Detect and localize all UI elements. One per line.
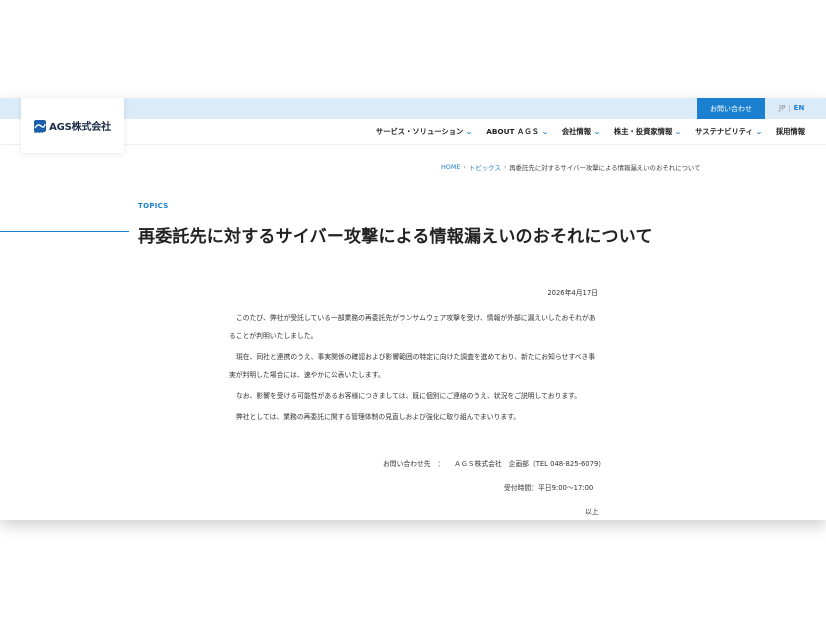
- article-body: このたび、弊社が受託している一部業務の再委託先がランサムウェア攻撃を受け、情報が…: [229, 309, 601, 429]
- nav-item-label: 会社情報: [561, 127, 592, 136]
- nav-item-recruit[interactable]: 採用情報: [776, 127, 805, 137]
- business-hours: 受付時間：平日9:00～17:00: [504, 484, 594, 492]
- chevron-down-icon: ⌄: [755, 128, 763, 136]
- article-paragraph: 現在、同社と連携のうえ、事実関係の確認および影響範囲の特定に向けた調査を進めてお…: [229, 353, 596, 379]
- nav-item-ir[interactable]: 株主・投資家情報 ⌄: [613, 127, 683, 137]
- chevron-down-icon: ⌄: [465, 128, 474, 136]
- chevron-down-icon: ⌄: [593, 128, 601, 136]
- breadcrumb-separator: ›: [503, 163, 507, 171]
- lang-en-link[interactable]: EN: [794, 104, 805, 112]
- chevron-down-icon: ⌄: [674, 128, 683, 136]
- main-nav: サービス・ソリューション ⌄ ABOUT ＡＧＳ ⌄ 会社情報 ⌄ 株主・投資家情報 ⌄…: [376, 127, 805, 137]
- contact-info: お問い合わせ先 ： ＡＧＳ株式会社 企画部（TEL 048-825-6079）: [383, 458, 615, 468]
- breadcrumb: HOME › トピックス › 再委託先に対するサイバー攻撃による情報漏えいのおそ…: [441, 163, 701, 172]
- lang-jp-link[interactable]: JP: [779, 104, 785, 112]
- contact-value: ＡＧＳ株式会社 企画部（TEL 048-825-6079）: [454, 460, 606, 468]
- logo-text: AGS株式会社: [49, 122, 111, 133]
- nav-item-company[interactable]: 会社情報 ⌄: [561, 127, 601, 137]
- article-paragraph: 弊社としては、業務の再委託に関する管理体制の見直しおよび強化に取り組んでまいりま…: [236, 413, 521, 421]
- contact-label: お問い合わせ先 ：: [383, 460, 445, 468]
- article-paragraph: なお、影響を受ける可能性があるお客様につきましては、既に個別にご連絡のうえ、状況…: [236, 392, 582, 400]
- nav-item-label: サステナビリティ: [695, 127, 753, 136]
- closing-text: 以上: [585, 508, 599, 516]
- title-accent-line: [0, 231, 129, 232]
- section-label: TOPICS: [138, 202, 169, 210]
- nav-item-label: ABOUT ＡＧＳ: [486, 127, 539, 136]
- article-date: 2026年4月17日: [547, 289, 598, 297]
- breadcrumb-home[interactable]: HOME: [441, 163, 460, 172]
- breadcrumb-current: 再委託先に対するサイバー攻撃による情報漏えいのおそれについて: [509, 164, 701, 172]
- ags-logo-icon: AGS: [34, 117, 47, 135]
- browser-viewport: お問い合わせ JP | EN AGS AGS株式会社 サービス・ソリューション ⌄…: [0, 98, 826, 520]
- breadcrumb-topics[interactable]: トピックス: [469, 163, 501, 172]
- language-switcher: JP | EN: [779, 104, 804, 112]
- nav-item-label: 株主・投資家情報: [613, 127, 673, 136]
- contact-button[interactable]: お問い合わせ: [697, 98, 765, 119]
- nav-item-sustainability[interactable]: サステナビリティ ⌄: [695, 127, 763, 137]
- lang-separator: |: [788, 104, 791, 112]
- chevron-down-icon: ⌄: [541, 128, 549, 136]
- nav-item-services[interactable]: サービス・ソリューション ⌄: [375, 127, 474, 137]
- logo: AGS AGS株式会社: [34, 117, 111, 135]
- logo-link[interactable]: AGS AGS株式会社: [21, 98, 124, 153]
- nav-item-label: 採用情報: [775, 127, 805, 136]
- page-title: 再委託先に対するサイバー攻撃による情報漏えいのおそれについて: [138, 227, 653, 247]
- logo-sub-text: AGS: [34, 128, 44, 134]
- nav-item-about[interactable]: ABOUT ＡＧＳ ⌄: [486, 127, 549, 137]
- breadcrumb-separator: ›: [463, 163, 466, 171]
- article-paragraph: このたび、弊社が受託している一部業務の再委託先がランサムウェア攻撃を受け、情報が…: [229, 314, 596, 340]
- nav-item-label: サービス・ソリューション: [375, 127, 464, 136]
